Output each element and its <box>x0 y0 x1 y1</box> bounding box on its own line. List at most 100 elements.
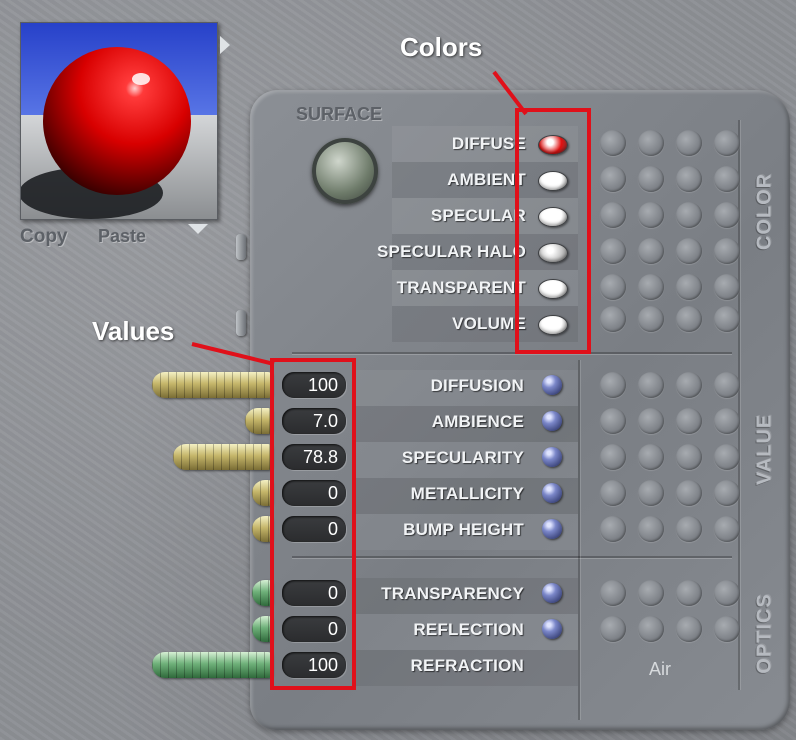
material-preview <box>20 22 218 220</box>
texture-map-icon[interactable] <box>542 375 562 395</box>
grid-divider <box>578 360 580 720</box>
values-annotation-label: Values <box>92 316 175 346</box>
link-clip-icon[interactable] <box>236 234 246 260</box>
preset-slot[interactable] <box>714 130 740 156</box>
value-row-label: METALLICITY <box>410 484 524 503</box>
copy-button[interactable]: Copy <box>20 226 68 248</box>
preset-slot[interactable] <box>638 202 664 228</box>
preset-slot[interactable] <box>638 480 664 506</box>
preset-slot[interactable] <box>638 580 664 606</box>
texture-map-icon[interactable] <box>542 483 562 503</box>
color-row-label: AMBIENT <box>447 170 526 189</box>
color-row-label: VOLUME <box>452 314 526 333</box>
preset-dropdown-icon[interactable] <box>188 224 208 234</box>
value-row-label: SPECULARITY <box>401 448 524 467</box>
preset-slot[interactable] <box>714 408 740 434</box>
section-label-divider <box>738 120 740 690</box>
value-row-label: REFRACTION <box>410 656 524 675</box>
value-slider[interactable] <box>252 516 272 542</box>
preset-slot[interactable] <box>714 274 740 300</box>
value-row-label: DIFFUSION <box>430 376 524 395</box>
preset-slot[interactable] <box>714 516 740 542</box>
color-row-label: DIFFUSE <box>451 134 526 153</box>
value-slider[interactable] <box>252 580 272 606</box>
preset-slot[interactable] <box>714 480 740 506</box>
value-slider[interactable] <box>152 652 272 678</box>
preset-slot[interactable] <box>676 274 702 300</box>
values-annotation-arrow <box>191 342 275 366</box>
preset-slot[interactable] <box>714 616 740 642</box>
surface-title: SURFACE <box>296 104 383 124</box>
preset-slot[interactable] <box>600 444 626 470</box>
preset-slot[interactable] <box>676 202 702 228</box>
value-row-label: BUMP HEIGHT <box>403 520 524 539</box>
preset-slot[interactable] <box>600 408 626 434</box>
values-annotation-box <box>270 358 356 690</box>
preset-slot[interactable] <box>714 444 740 470</box>
colors-annotation-box <box>515 108 591 354</box>
preset-slot[interactable] <box>638 372 664 398</box>
texture-map-icon[interactable] <box>542 519 562 539</box>
red-sphere-render <box>21 23 217 219</box>
preset-slot[interactable] <box>638 130 664 156</box>
preset-slot[interactable] <box>600 274 626 300</box>
preset-slot[interactable] <box>714 306 740 332</box>
preset-slot[interactable] <box>676 480 702 506</box>
texture-map-icon[interactable] <box>542 411 562 431</box>
color-row-label: SPECULAR HALO <box>377 242 526 261</box>
value-slider[interactable] <box>252 616 272 642</box>
preset-slot[interactable] <box>714 372 740 398</box>
preset-slot[interactable] <box>600 580 626 606</box>
preset-slot[interactable] <box>600 130 626 156</box>
preview-menu-arrow[interactable] <box>220 36 230 54</box>
texture-map-icon[interactable] <box>542 447 562 467</box>
color-row-label: TRANSPARENT <box>396 278 526 297</box>
value-slider[interactable] <box>173 444 272 470</box>
preset-slot[interactable] <box>638 306 664 332</box>
preset-slot[interactable] <box>676 444 702 470</box>
preset-slot[interactable] <box>714 166 740 192</box>
texture-map-icon[interactable] <box>542 619 562 639</box>
preset-slot[interactable] <box>676 580 702 606</box>
preset-slot[interactable] <box>600 202 626 228</box>
preset-slot[interactable] <box>638 274 664 300</box>
section-divider <box>292 556 732 558</box>
preset-slot[interactable] <box>638 166 664 192</box>
preset-slot[interactable] <box>600 372 626 398</box>
preset-slot[interactable] <box>600 306 626 332</box>
preset-slot[interactable] <box>676 408 702 434</box>
preset-slot[interactable] <box>714 238 740 264</box>
colors-annotation-label: Colors <box>400 32 483 62</box>
preset-slot[interactable] <box>714 202 740 228</box>
preset-slot[interactable] <box>600 166 626 192</box>
preset-slot[interactable] <box>638 616 664 642</box>
texture-map-icon[interactable] <box>542 583 562 603</box>
preset-slot[interactable] <box>676 616 702 642</box>
preset-slot[interactable] <box>714 580 740 606</box>
preset-slot[interactable] <box>676 306 702 332</box>
color-row-label: SPECULAR <box>430 206 526 225</box>
preset-slot[interactable] <box>676 516 702 542</box>
paste-button[interactable]: Paste <box>98 226 146 247</box>
preset-slot[interactable] <box>600 616 626 642</box>
value-row-label: TRANSPARENCY <box>381 584 524 603</box>
value-section-label: VALUE <box>753 413 776 486</box>
preset-slot[interactable] <box>676 238 702 264</box>
preset-slot[interactable] <box>676 372 702 398</box>
preset-slot[interactable] <box>600 480 626 506</box>
link-clip-icon[interactable] <box>236 310 246 336</box>
refraction-medium[interactable]: Air <box>590 654 730 684</box>
value-slider[interactable] <box>245 408 272 434</box>
preset-slot[interactable] <box>638 444 664 470</box>
section-divider <box>292 352 732 354</box>
color-section-label: COLOR <box>753 172 776 251</box>
preset-slot[interactable] <box>676 166 702 192</box>
preset-slot[interactable] <box>638 408 664 434</box>
value-slider[interactable] <box>252 480 272 506</box>
preset-slot[interactable] <box>638 238 664 264</box>
preset-slot[interactable] <box>638 516 664 542</box>
preset-slot[interactable] <box>600 516 626 542</box>
preset-slot[interactable] <box>676 130 702 156</box>
preset-slot[interactable] <box>600 238 626 264</box>
optics-section-label: OPTICS <box>753 593 776 674</box>
